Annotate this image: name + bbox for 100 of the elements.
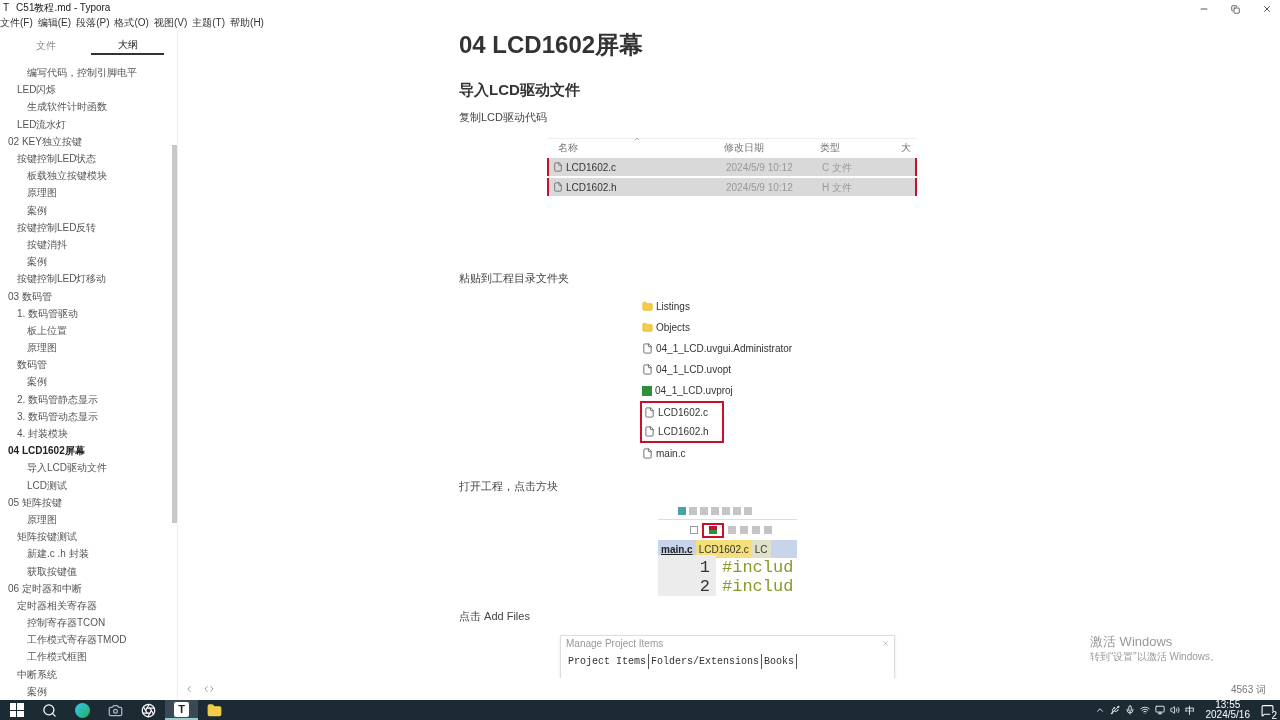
- outline-item[interactable]: 案例: [0, 373, 47, 391]
- menu-item[interactable]: 视图(V): [153, 14, 188, 30]
- notification-icon[interactable]: [1261, 703, 1274, 717]
- column-header[interactable]: 类型: [820, 140, 901, 155]
- file-item[interactable]: Listings: [640, 296, 694, 317]
- search-icon: [42, 702, 57, 718]
- outline-item[interactable]: 导入LCD驱动文件: [0, 459, 107, 477]
- sidebar-tab[interactable]: 大纲: [91, 35, 164, 56]
- project-icon: [642, 385, 652, 396]
- file-item[interactable]: Objects: [640, 317, 694, 338]
- file-item[interactable]: 04_1_LCD.uvgui.Administrator: [640, 338, 797, 359]
- outline-item[interactable]: LED闪烁: [0, 81, 57, 99]
- menu-item[interactable]: 编辑(E): [37, 14, 72, 30]
- outline-item[interactable]: 05 矩阵按键: [0, 493, 62, 511]
- menu-item[interactable]: 段落(P): [76, 14, 110, 30]
- outline-item[interactable]: 案例: [0, 682, 47, 700]
- word-count[interactable]: 4563 词: [1230, 681, 1274, 697]
- section-heading: 导入LCD驱动文件: [459, 80, 580, 100]
- paragraph: 复制LCD驱动代码: [459, 110, 547, 125]
- menu-item[interactable]: 帮助(H): [230, 14, 264, 30]
- outline-item[interactable]: 生成软件计时函数: [0, 98, 107, 116]
- outline-item[interactable]: 原理图: [0, 339, 57, 357]
- outline-item[interactable]: 2. 数码管静态显示: [0, 390, 99, 408]
- outline-item[interactable]: 中断系统: [0, 665, 57, 683]
- input-method[interactable]: 中: [1184, 702, 1195, 718]
- camera-icon: [108, 702, 123, 718]
- editor-tab[interactable]: LCD1602.c: [695, 540, 752, 558]
- menu-item[interactable]: 格式(O): [114, 14, 149, 30]
- file-item[interactable]: 04_1_LCD.uvopt: [640, 359, 736, 380]
- close-icon[interactable]: [1262, 4, 1272, 14]
- file-icon: [642, 448, 653, 459]
- clock-time[interactable]: 13:55: [1215, 700, 1241, 710]
- outline-item[interactable]: 矩阵按键测试: [0, 528, 77, 546]
- outline-item[interactable]: 数码管: [0, 356, 47, 374]
- outline-item[interactable]: 06 定时器和中断: [0, 579, 82, 597]
- menu-item[interactable]: 主题(T): [192, 14, 226, 30]
- tray-expand-icon[interactable]: [1094, 705, 1105, 715]
- file-item[interactable]: LCD1602.c: [640, 401, 724, 422]
- outline-item[interactable]: 板上位置: [0, 321, 67, 340]
- file-name: main.c: [656, 447, 686, 461]
- outline-item[interactable]: 案例: [0, 253, 47, 271]
- volume-icon[interactable]: [1169, 705, 1180, 715]
- outline-item[interactable]: 获取按键值: [0, 562, 77, 580]
- file-name: 04_1_LCD.uvproj: [655, 384, 733, 398]
- source-code-icon[interactable]: [204, 684, 214, 694]
- outline-item[interactable]: LED流水灯: [0, 115, 67, 133]
- outline-item[interactable]: 新建.c .h 封装: [0, 545, 89, 563]
- menu-item[interactable]: 文件(F): [0, 14, 33, 30]
- network-icon[interactable]: [1139, 705, 1150, 715]
- sidebar-tab[interactable]: 文件: [9, 35, 82, 56]
- outline-item[interactable]: 工作模式寄存器TMOD: [0, 631, 127, 649]
- file-item[interactable]: 04_1_LCD.uvproj: [640, 380, 737, 401]
- dialog-tab[interactable]: Folders/Extensions: [649, 654, 763, 669]
- outline-item[interactable]: 编写代码，控制引脚电平: [0, 64, 137, 82]
- app-icon: T: [0, 0, 13, 15]
- outline-item[interactable]: 1. 数码管驱动: [0, 304, 79, 322]
- folder-icon: [207, 702, 222, 718]
- outline-item[interactable]: 3. 数码管动态显示: [0, 407, 99, 425]
- activation-text: 转到“设置”以激活 Windows。: [1090, 650, 1220, 664]
- outline-item[interactable]: 按键控制LED反转: [0, 218, 97, 236]
- outline-item[interactable]: 02 KEY独立按键: [0, 132, 82, 150]
- collapse-icon[interactable]: [184, 684, 194, 694]
- dialog-tab[interactable]: Project Items: [566, 654, 649, 669]
- outline-item[interactable]: LCD测试: [0, 476, 67, 494]
- paragraph: 点击 Add Files: [459, 609, 530, 624]
- outline-item[interactable]: 03 数码管: [0, 287, 52, 305]
- outline-item[interactable]: 按键控制LED灯移动: [0, 270, 107, 288]
- dialog-tab[interactable]: Books: [762, 654, 798, 669]
- outline-item[interactable]: 原理图: [0, 510, 57, 529]
- column-header[interactable]: 名称: [547, 140, 724, 155]
- taskbar-app[interactable]: T: [165, 700, 198, 720]
- file-name: Objects: [656, 321, 690, 335]
- clock-date[interactable]: 2024/5/16: [1205, 710, 1250, 720]
- microphone-icon[interactable]: [1124, 705, 1135, 715]
- file-icon: [642, 343, 653, 354]
- file-name: Listings: [656, 300, 690, 314]
- file-row[interactable]: LCD1602.c 2024/5/9 10:12 C 文件: [547, 158, 917, 176]
- file-item[interactable]: main.c: [640, 443, 690, 464]
- file-row[interactable]: LCD1602.h 2024/5/9 10:12 H 文件: [547, 178, 917, 196]
- restore-icon[interactable]: [1231, 4, 1240, 14]
- file-name: 04_1_LCD.uvgui.Administrator: [656, 342, 793, 356]
- outline-item[interactable]: 案例: [0, 201, 47, 219]
- file-item[interactable]: LCD1602.h: [640, 422, 724, 443]
- outline-item[interactable]: 控制寄存器TCON: [0, 614, 106, 632]
- outline-item[interactable]: 按键控制LED状态: [0, 150, 97, 168]
- outline-item[interactable]: 04 LCD1602屏幕: [0, 442, 85, 460]
- outline-item[interactable]: 原理图: [0, 184, 57, 202]
- outline-item[interactable]: 4. 封装模块: [0, 425, 69, 443]
- usb-icon[interactable]: [1109, 705, 1120, 715]
- tool-icon[interactable]: [690, 526, 698, 534]
- outline-item[interactable]: 定时器相关寄存器: [0, 596, 97, 615]
- outline-item[interactable]: 板载独立按键模块: [0, 167, 107, 185]
- column-header[interactable]: 修改日期: [724, 140, 820, 155]
- build-button[interactable]: [702, 522, 724, 538]
- file-name: LCD1602.c: [658, 406, 709, 420]
- outline-item[interactable]: 按键消抖: [0, 235, 67, 254]
- scrollbar[interactable]: [172, 145, 177, 523]
- outline-item[interactable]: 工作模式框图: [0, 648, 87, 666]
- screen-icon[interactable]: [1154, 705, 1165, 715]
- column-header[interactable]: 大: [901, 140, 917, 155]
